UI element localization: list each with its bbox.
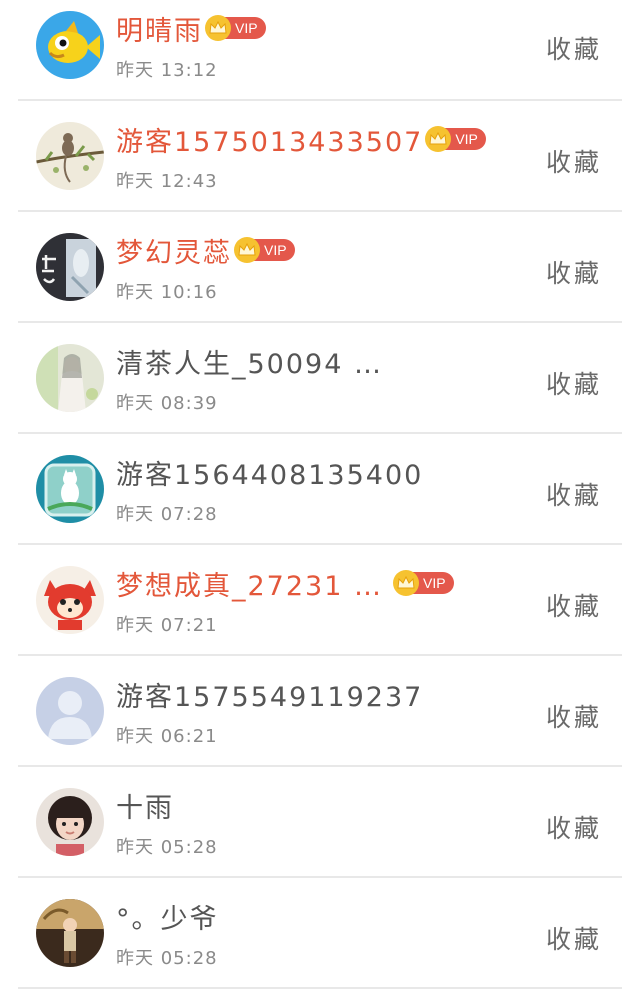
vip-badge: VIP	[392, 570, 454, 596]
name-line: 梦幻灵蕊 VIP	[116, 233, 295, 269]
visit-time: 昨天 10:16	[116, 282, 218, 303]
name-line: 清茶人生_50094 …	[116, 344, 383, 380]
list-item[interactable]: 游客1564408135400 昨天 07:28 收藏	[0, 434, 640, 545]
favorite-button[interactable]: 收藏	[546, 476, 602, 512]
calligraphy-avatar-icon[interactable]	[36, 233, 104, 301]
favorite-button[interactable]: 收藏	[546, 920, 602, 956]
name-line: 十雨	[116, 788, 174, 824]
list-item[interactable]: 游客1575549119237 昨天 06:21 收藏	[0, 656, 640, 767]
child-photo-avatar-icon[interactable]	[36, 899, 104, 967]
user-name: 清茶人生_50094 …	[116, 348, 383, 380]
visitor-list: 明晴雨 VIP 昨天 13:12 收藏 游客1575013433507 VIP …	[0, 0, 640, 989]
list-item[interactable]: 十雨 昨天 05:28 收藏	[0, 767, 640, 878]
vip-badge: VIP	[234, 237, 295, 263]
visit-time: 昨天 06:21	[116, 726, 218, 747]
user-name: 游客1575549119237	[116, 681, 424, 713]
list-item[interactable]: 游客1575013433507 VIP 昨天 12:43 收藏	[0, 101, 640, 212]
favorite-button[interactable]: 收藏	[546, 809, 602, 845]
girl-photo-avatar-icon[interactable]	[36, 788, 104, 856]
visit-time: 昨天 12:43	[116, 171, 218, 192]
painting-avatar-icon[interactable]	[36, 344, 104, 412]
visit-time: 昨天 13:12	[116, 60, 218, 81]
name-line: 游客1575013433507 VIP	[116, 122, 486, 158]
favorite-button[interactable]: 收藏	[546, 698, 602, 734]
visit-time: 昨天 07:28	[116, 504, 218, 525]
user-name: 游客1564408135400	[116, 459, 424, 491]
name-line: 游客1564408135400	[116, 455, 424, 491]
favorite-button[interactable]: 收藏	[546, 587, 602, 623]
vip-badge: VIP	[205, 15, 266, 41]
crown-icon	[205, 15, 231, 41]
fish-avatar-icon[interactable]	[36, 11, 104, 79]
user-name: 梦幻灵蕊	[116, 237, 232, 269]
list-item[interactable]: °。少爷 昨天 05:28 收藏	[0, 878, 640, 989]
list-item[interactable]: 梦想成真_27231 … VIP 昨天 07:21 收藏	[0, 545, 640, 656]
user-name: 十雨	[116, 792, 174, 824]
cat-jar-avatar-icon[interactable]	[36, 455, 104, 523]
vip-badge: VIP	[425, 126, 486, 152]
crown-icon	[392, 570, 419, 596]
name-line: 游客1575549119237	[116, 677, 424, 713]
favorite-button[interactable]: 收藏	[546, 30, 602, 66]
visit-time: 昨天 05:28	[116, 837, 218, 858]
name-line: 明晴雨 VIP	[116, 11, 266, 47]
user-name: 梦想成真_27231 …	[116, 570, 383, 602]
list-item[interactable]: 梦幻灵蕊 VIP 昨天 10:16 收藏	[0, 212, 640, 323]
visit-time: 昨天 05:28	[116, 948, 218, 969]
list-item[interactable]: 明晴雨 VIP 昨天 13:12 收藏	[0, 0, 640, 101]
name-line: °。少爷	[116, 899, 219, 935]
default-user-avatar-icon[interactable]	[36, 677, 104, 745]
visit-time: 昨天 08:39	[116, 393, 218, 414]
name-line: 梦想成真_27231 … VIP	[116, 566, 454, 602]
monkey-branch-avatar-icon[interactable]	[36, 122, 104, 190]
user-name: °。少爷	[116, 903, 219, 935]
favorite-button[interactable]: 收藏	[546, 365, 602, 401]
favorite-button[interactable]: 收藏	[546, 143, 602, 179]
crown-icon	[234, 237, 260, 263]
visit-time: 昨天 07:21	[116, 615, 218, 636]
list-item[interactable]: 清茶人生_50094 … 昨天 08:39 收藏	[0, 323, 640, 434]
favorite-button[interactable]: 收藏	[546, 254, 602, 290]
user-name: 游客1575013433507	[116, 126, 424, 158]
red-fox-avatar-icon[interactable]	[36, 566, 104, 634]
user-name: 明晴雨	[116, 15, 203, 47]
